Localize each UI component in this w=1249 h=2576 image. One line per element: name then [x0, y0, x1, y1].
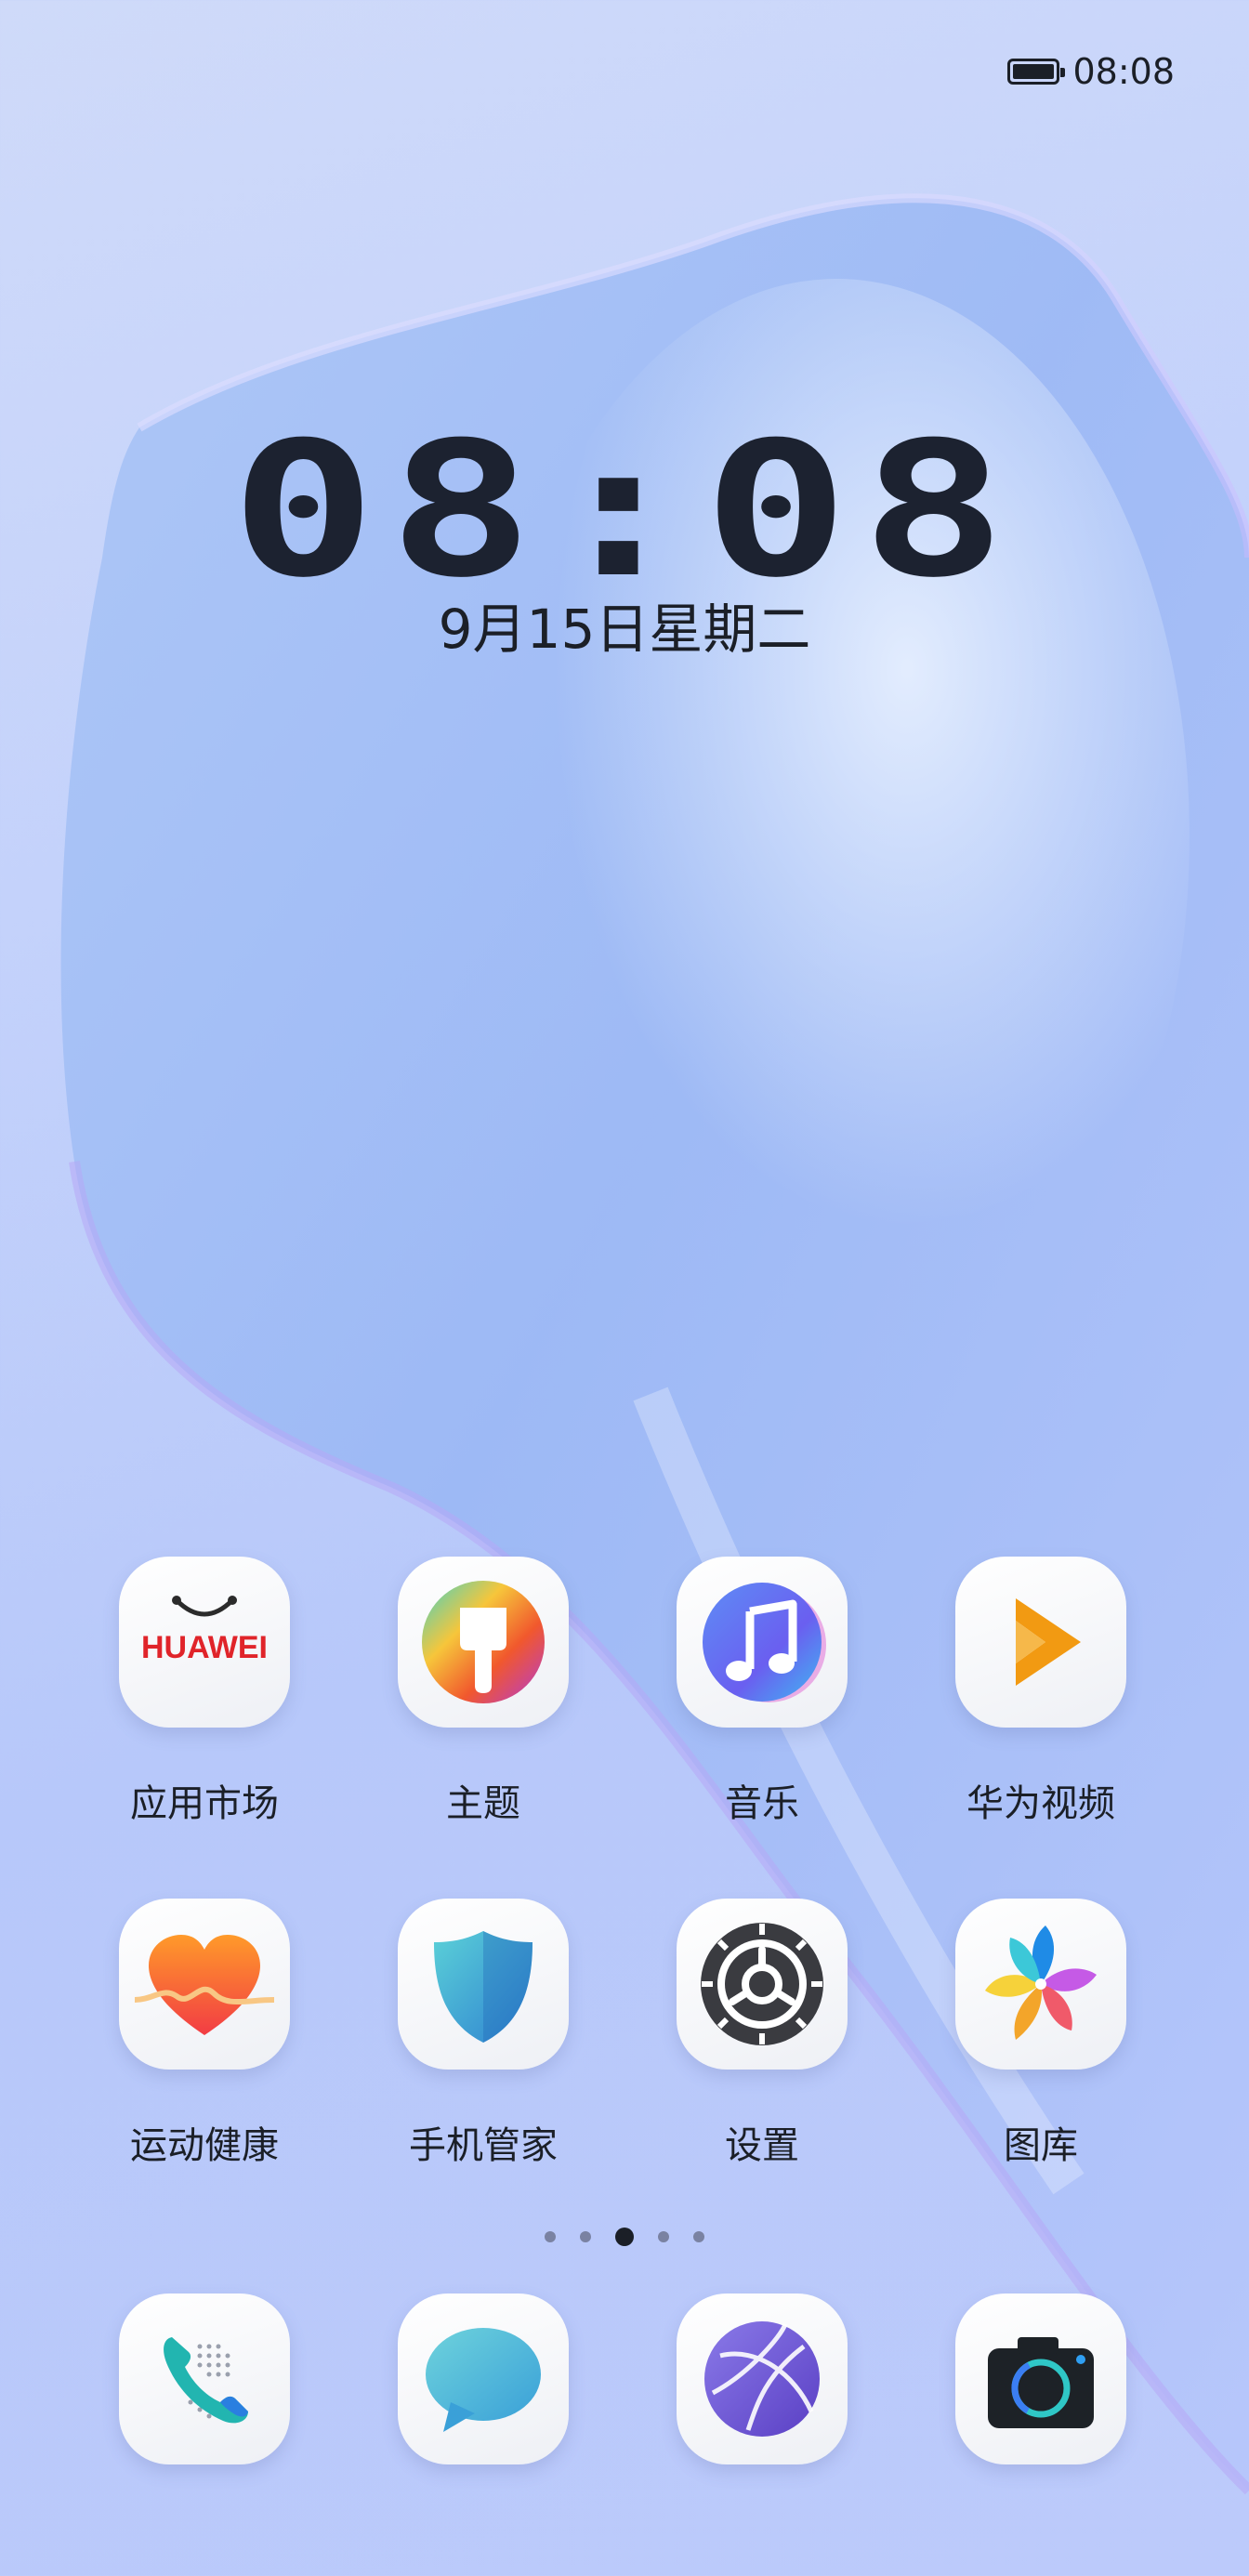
app-health[interactable]	[119, 1899, 290, 2070]
dock-messages[interactable]	[398, 2293, 569, 2464]
huawei-appgallery-icon: HUAWEI	[141, 1596, 268, 1665]
huawei-brand-text: HUAWEI	[141, 1630, 268, 1665]
app-settings[interactable]	[677, 1899, 848, 2070]
page-dot[interactable]	[693, 2231, 704, 2242]
settings-gear-icon	[701, 1923, 823, 2045]
messages-icon	[426, 2328, 541, 2432]
clock-widget-date[interactable]: 9月15日星期二	[0, 585, 1249, 664]
app-music[interactable]	[677, 1557, 848, 1728]
app-label: 主题	[446, 1782, 520, 1825]
app-label: 手机管家	[409, 2124, 558, 2167]
status-bar: 08:08	[1007, 48, 1175, 95]
dock-phone[interactable]	[119, 2293, 290, 2464]
app-themes[interactable]	[398, 1557, 569, 1728]
app-label: 设置	[725, 2124, 799, 2167]
page-dot[interactable]	[545, 2231, 556, 2242]
dock-camera[interactable]	[955, 2293, 1126, 2464]
app-label: 应用市场	[130, 1782, 279, 1825]
app-label: 图库	[1004, 2124, 1078, 2167]
page-dot[interactable]	[580, 2231, 591, 2242]
page-dot-active[interactable]	[615, 2228, 634, 2246]
app-label: 运动健康	[130, 2124, 279, 2167]
health-heart-icon	[135, 1935, 274, 2035]
themes-brush-icon	[422, 1581, 545, 1703]
phone-manager-shield-icon	[434, 1931, 532, 2043]
clock-widget-time[interactable]: 08:08	[0, 418, 1249, 604]
music-note-icon	[703, 1583, 826, 1702]
app-label: 音乐	[725, 1782, 799, 1825]
wallpaper	[60, 193, 1249, 2495]
status-time: 08:08	[1072, 51, 1175, 92]
browser-globe-icon	[704, 2321, 820, 2437]
video-play-icon	[1016, 1598, 1081, 1686]
app-huawei-video[interactable]	[955, 1557, 1126, 1728]
page-dot[interactable]	[658, 2231, 669, 2242]
gallery-pinwheel-icon	[985, 1925, 1097, 2040]
phone-icon	[164, 2337, 248, 2424]
page-indicator[interactable]	[0, 2223, 1249, 2251]
app-phone-manager[interactable]	[398, 1899, 569, 2070]
app-label: 华为视频	[966, 1782, 1115, 1825]
battery-icon	[1007, 59, 1066, 85]
camera-icon	[988, 2337, 1094, 2428]
app-gallery[interactable]	[955, 1899, 1126, 2070]
dock-browser[interactable]	[677, 2293, 848, 2464]
app-appgallery[interactable]: HUAWEI	[119, 1557, 290, 1728]
